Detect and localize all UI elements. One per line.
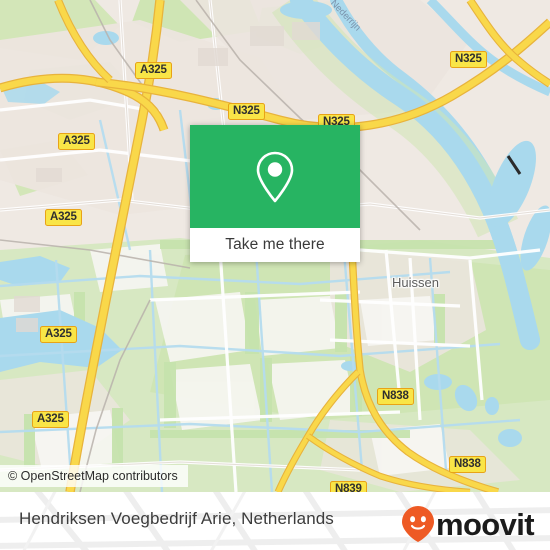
road-shield: N839 — [330, 481, 367, 492]
take-me-there-label: Take me there — [225, 236, 325, 253]
take-me-there-button[interactable]: Take me there — [190, 228, 360, 262]
road-shield: N325 — [450, 51, 487, 68]
road-shield: A325 — [135, 62, 172, 79]
road-shield: A325 — [58, 133, 95, 150]
road-shield: N838 — [377, 388, 414, 405]
road-shield: N325 — [228, 103, 265, 120]
location-popup-card[interactable]: Take me there — [190, 125, 360, 262]
page-title: Hendriksen Voegbedrijf Arie, Netherlands — [19, 509, 334, 528]
map-canvas[interactable]: A325 N325 N325 N325 A325 A325 A325 A325 … — [0, 0, 550, 492]
moovit-location-page: A325 N325 N325 N325 A325 A325 A325 A325 … — [0, 0, 550, 550]
osm-attribution[interactable]: © OpenStreetMap contributors — [0, 465, 188, 487]
moovit-wordmark: moovit — [435, 506, 535, 542]
moovit-brand[interactable]: moovit — [401, 505, 535, 543]
map-pin-icon — [256, 151, 294, 202]
road-shield: A325 — [32, 411, 69, 428]
road-shield: A325 — [45, 209, 82, 226]
road-shield: N838 — [449, 456, 486, 473]
popup-marker-panel — [190, 125, 360, 228]
footer-bar: Hendriksen Voegbedrijf Arie, Netherlands… — [0, 492, 550, 550]
place-label-huissen: Huissen — [392, 275, 439, 290]
moovit-smiley-pin-icon — [401, 506, 434, 542]
road-shield: A325 — [40, 326, 77, 343]
